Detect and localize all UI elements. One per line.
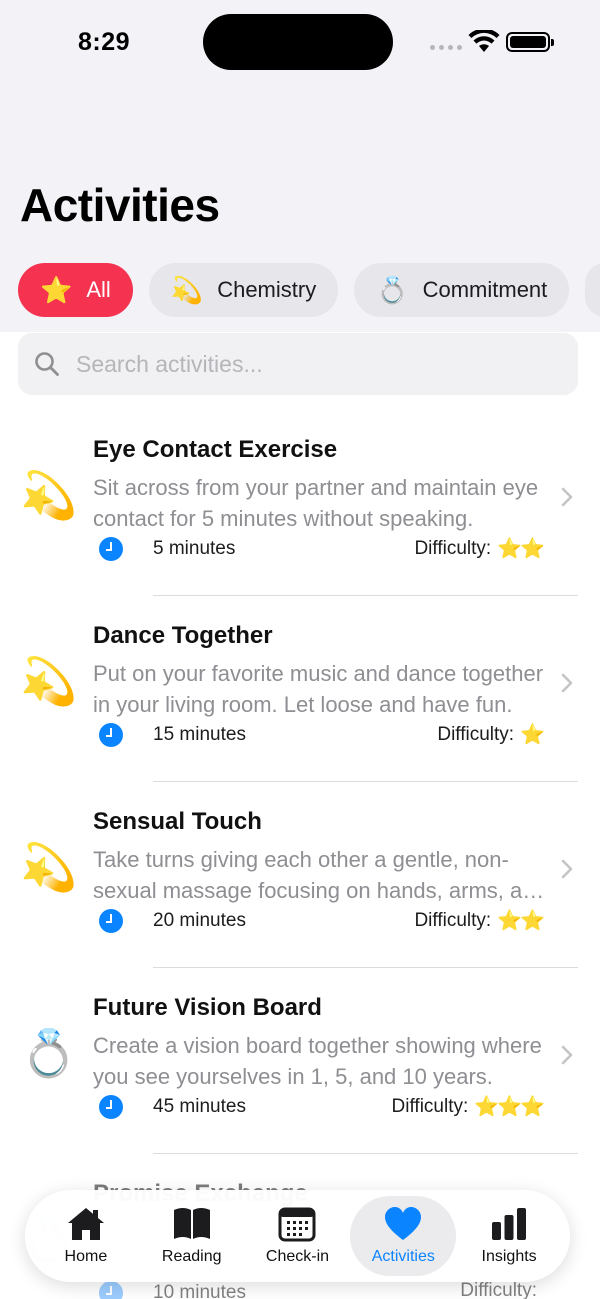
- dizzy-star-icon: 💫: [170, 275, 204, 305]
- activity-description: Sit across from your partner and maintai…: [93, 475, 539, 531]
- activity-duration: 45 minutes: [153, 1096, 246, 1117]
- activity-row[interactable]: 💫 Eye Contact Exercise Sit across from y…: [0, 410, 600, 596]
- activity-difficulty: Difficulty: ⭐: [437, 722, 545, 747]
- activity-description: Create a vision board together showing w…: [93, 1033, 542, 1089]
- search-icon: [35, 352, 59, 376]
- difficulty-stars: ⭐⭐: [497, 538, 545, 560]
- difficulty-stars: ⭐: [520, 724, 545, 746]
- activity-difficulty: Difficulty:: [460, 1280, 543, 1299]
- activity-title: Eye Contact Exercise: [93, 436, 338, 463]
- heart-icon: [383, 1206, 423, 1242]
- chevron-right-icon: [561, 1045, 573, 1065]
- activity-duration: 10 minutes: [153, 1282, 246, 1299]
- status-bar: 8:29: [0, 0, 600, 90]
- activity-difficulty: Difficulty: ⭐⭐⭐: [391, 1094, 545, 1119]
- tab-label: Activities: [371, 1248, 435, 1265]
- tab-activities[interactable]: Activities: [350, 1196, 457, 1276]
- dizzy-star-icon: 💫: [20, 841, 78, 893]
- clock-icon: [99, 723, 123, 747]
- dynamic-island: [203, 14, 393, 70]
- activity-row[interactable]: 💍 Future Vision Board Create a vision bo…: [0, 968, 600, 1154]
- chevron-right-icon: [561, 487, 573, 507]
- dizzy-star-icon: 💫: [20, 655, 78, 707]
- filter-chip-more[interactable]: [585, 263, 600, 317]
- filter-chip-label: All: [86, 277, 111, 302]
- calendar-icon: [277, 1206, 317, 1242]
- difficulty-label: Difficulty:: [414, 537, 492, 559]
- tab-reading[interactable]: Reading: [139, 1196, 245, 1276]
- filter-chip-all[interactable]: ⭐ All: [18, 263, 133, 317]
- tab-check-in[interactable]: Check-in: [245, 1196, 351, 1276]
- star-icon: ⭐: [40, 275, 73, 305]
- ring-icon: 💍: [376, 275, 409, 305]
- status-time: 8:29: [78, 28, 131, 56]
- filter-chip-chemistry[interactable]: 💫 Chemistry: [148, 263, 339, 317]
- search-input[interactable]: [76, 350, 516, 378]
- clock-icon: [99, 537, 123, 561]
- activity-description: Put on your favorite music and dance tog…: [93, 661, 544, 717]
- clock-icon: [99, 1095, 123, 1119]
- tab-home[interactable]: Home: [33, 1196, 139, 1276]
- search-bar[interactable]: [18, 333, 578, 395]
- tab-label: Check-in: [265, 1248, 330, 1265]
- activity-duration: 15 minutes: [153, 724, 246, 745]
- tab-label: Reading: [161, 1248, 222, 1265]
- chevron-right-icon: [561, 859, 573, 879]
- activity-description: Take turns giving each other a gentle, n…: [93, 847, 547, 903]
- clock-icon: [99, 909, 123, 933]
- difficulty-label: Difficulty:: [414, 909, 492, 931]
- tab-bar: Home Reading Check-in Activities Insight…: [25, 1190, 570, 1282]
- battery-icon: [506, 32, 554, 52]
- tab-insights[interactable]: Insights: [456, 1196, 562, 1276]
- difficulty-label: Difficulty:: [437, 723, 515, 745]
- book-icon: [172, 1206, 212, 1242]
- activity-duration: 5 minutes: [153, 538, 236, 559]
- dizzy-star-icon: 💫: [20, 469, 78, 521]
- page-title: Activities: [20, 179, 220, 231]
- clock-icon: [99, 1281, 123, 1299]
- activity-title: Future Vision Board: [93, 994, 322, 1021]
- house-icon: [66, 1206, 106, 1242]
- activity-title: Sensual Touch: [93, 808, 262, 835]
- tab-label: Insights: [481, 1248, 537, 1265]
- activity-title: Dance Together: [93, 622, 273, 649]
- filter-chip-label: Chemistry: [217, 277, 317, 302]
- cellular-signal-icon: [430, 45, 462, 50]
- tab-label: Home: [64, 1248, 108, 1265]
- wifi-icon: [468, 30, 500, 52]
- activity-list: 💫 Eye Contact Exercise Sit across from y…: [0, 410, 600, 1299]
- chevron-right-icon: [561, 673, 573, 693]
- difficulty-label: Difficulty:: [391, 1095, 469, 1117]
- activity-difficulty: Difficulty: ⭐⭐: [414, 536, 545, 561]
- activity-duration: 20 minutes: [153, 910, 246, 931]
- ring-icon: 💍: [20, 1027, 78, 1079]
- bar-chart-icon: [489, 1206, 529, 1242]
- difficulty-stars: ⭐⭐⭐: [474, 1096, 545, 1118]
- filter-chip-commitment[interactable]: 💍 Commitment: [354, 263, 570, 317]
- activity-row[interactable]: 💫 Sensual Touch Take turns giving each o…: [0, 782, 600, 968]
- activity-row[interactable]: 💫 Dance Together Put on your favorite mu…: [0, 596, 600, 782]
- difficulty-label: Difficulty:: [460, 1280, 537, 1299]
- activity-difficulty: Difficulty: ⭐⭐: [414, 908, 545, 933]
- filter-chips: ⭐ All 💫 Chemistry 💍 Commitment: [18, 263, 600, 318]
- filter-chip-label: Commitment: [422, 277, 548, 302]
- difficulty-stars: ⭐⭐: [497, 910, 545, 932]
